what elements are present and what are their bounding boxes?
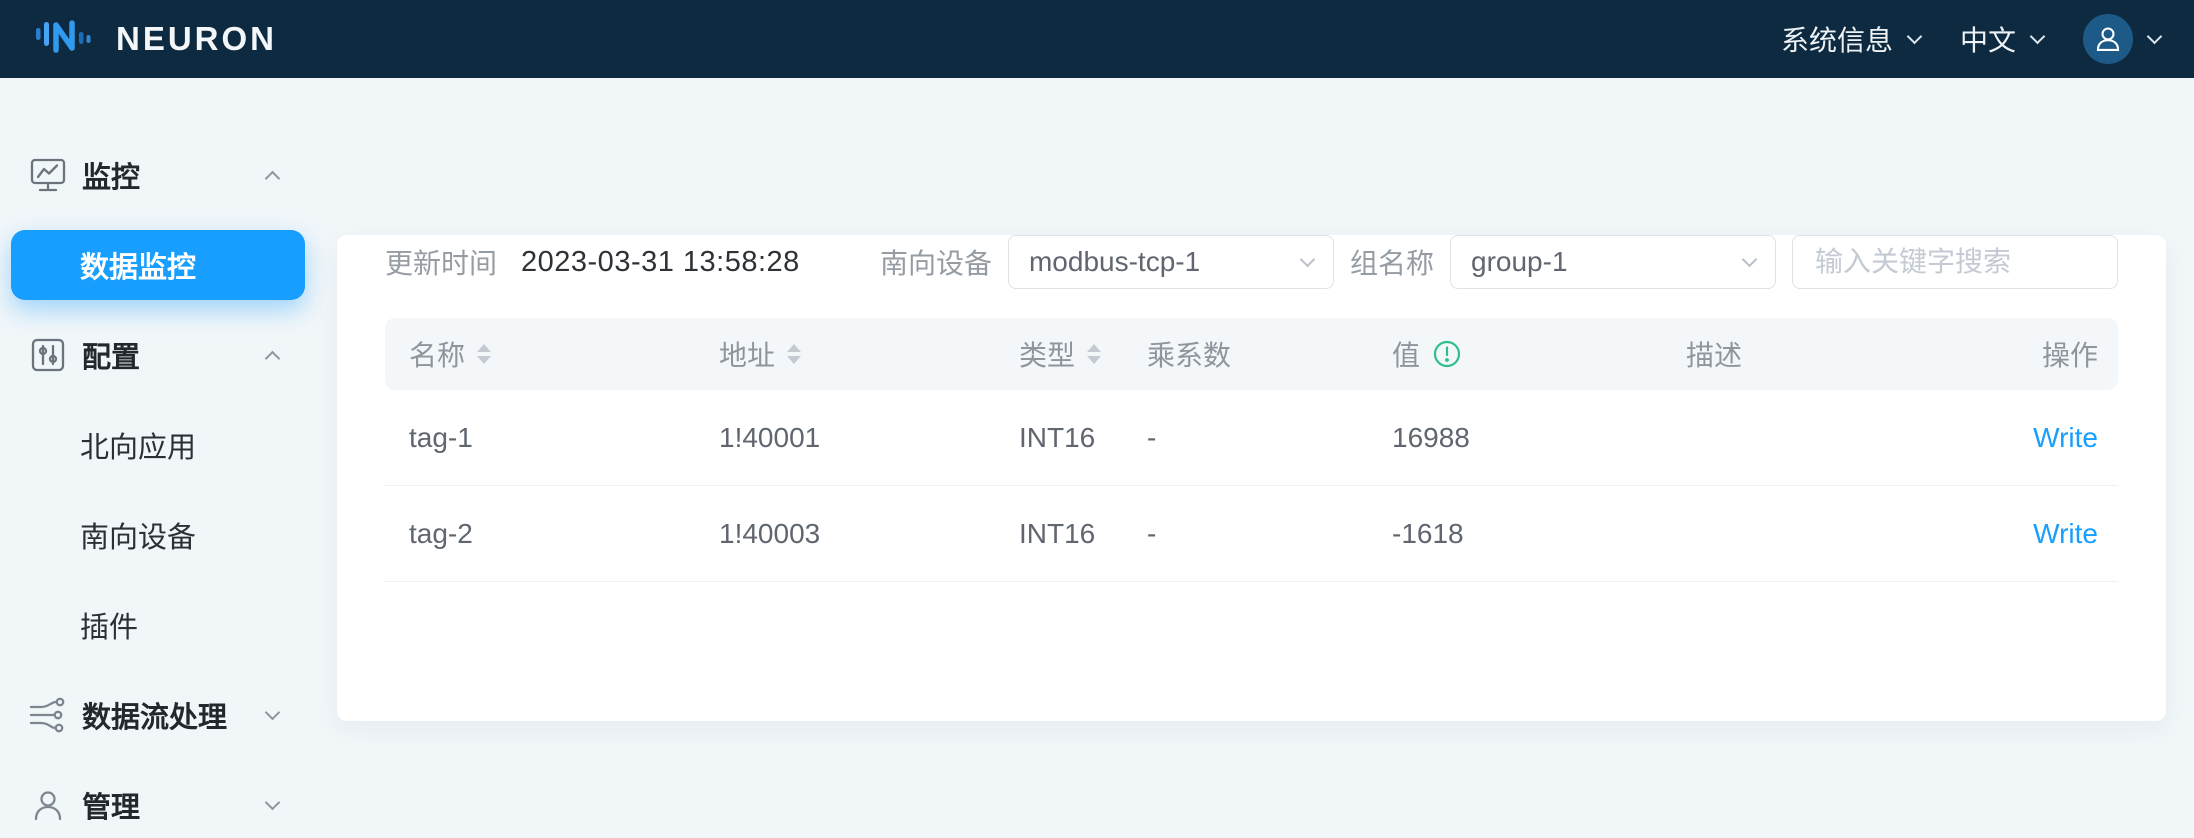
chevron-down-icon bbox=[264, 794, 281, 810]
column-header-name: 名称 bbox=[385, 334, 695, 374]
language-label: 中文 bbox=[1959, 25, 2016, 56]
sidebar-item-config[interactable]: 配置 bbox=[0, 327, 336, 383]
chevron-down-icon bbox=[1906, 28, 1923, 44]
type-cell: INT16 bbox=[1019, 517, 1096, 549]
flow-icon bbox=[28, 695, 68, 735]
value-cell: -1618 bbox=[1392, 517, 1464, 549]
search-input[interactable] bbox=[1792, 235, 2118, 289]
group-label: 组名称 bbox=[1349, 248, 1434, 279]
sidebar-item-data-stream[interactable]: 数据流处理 bbox=[0, 687, 336, 743]
sidebar-item-monitoring[interactable]: 监控 bbox=[0, 147, 336, 203]
language-menu[interactable]: 中文 bbox=[1959, 19, 2046, 59]
sidebar-item-management[interactable]: 管理 bbox=[0, 777, 336, 833]
group-select[interactable]: group-1 bbox=[1450, 235, 1776, 289]
sidebar-item-north-apps[interactable]: 北向应用 bbox=[0, 417, 336, 473]
sort-icon[interactable] bbox=[1087, 344, 1102, 364]
data-monitoring-card: 更新时间 2023-03-31 13:58:28 南向设备 modbus-tcp… bbox=[337, 235, 2166, 721]
column-header-type: 类型 bbox=[995, 334, 1123, 374]
sort-icon[interactable] bbox=[787, 344, 802, 364]
column-header-description: 描述 bbox=[1686, 340, 1743, 371]
south-device-label: 南向设备 bbox=[879, 248, 992, 279]
info-icon[interactable] bbox=[1432, 339, 1462, 369]
sort-icon[interactable] bbox=[477, 344, 492, 364]
chevron-down-icon bbox=[1299, 251, 1316, 267]
filter-toolbar: 更新时间 2023-03-31 13:58:28 南向设备 modbus-tcp… bbox=[385, 235, 2118, 289]
update-time-value: 2023-03-31 13:58:28 bbox=[521, 245, 800, 278]
tag-name-cell: tag-2 bbox=[409, 517, 473, 549]
sidebar-item-south-devices[interactable]: 南向设备 bbox=[0, 507, 336, 563]
write-button[interactable]: Write bbox=[2033, 422, 2098, 454]
multiplier-cell: - bbox=[1147, 517, 1157, 549]
sidebar-item-label: 数据流处理 bbox=[82, 702, 228, 734]
south-device-select[interactable]: modbus-tcp-1 bbox=[1007, 235, 1334, 289]
table-row: tag-1 1!40001 INT16 - 16988 Write bbox=[385, 390, 2118, 486]
group-value: group-1 bbox=[1471, 246, 1568, 277]
chevron-down-icon bbox=[1741, 251, 1758, 267]
user-menu[interactable] bbox=[2083, 14, 2163, 64]
avatar[interactable] bbox=[2083, 14, 2133, 64]
sliders-icon bbox=[28, 336, 68, 374]
sidebar-item-label: 插件 bbox=[80, 612, 139, 644]
chevron-down-icon bbox=[2029, 28, 2046, 44]
update-time-label: 更新时间 bbox=[385, 248, 498, 279]
brand-title: NEURON bbox=[116, 20, 278, 57]
column-header-address: 地址 bbox=[695, 334, 995, 374]
sidebar-item-label: 配置 bbox=[82, 342, 141, 374]
system-info-menu[interactable]: 系统信息 bbox=[1780, 19, 1923, 59]
neuron-dashboard: NEURON 系统信息 中文 监控 数据监控 配置 北向应用 南向设备 插件 数… bbox=[0, 0, 2194, 838]
sidebar-item-data-monitoring[interactable]: 数据监控 bbox=[11, 230, 305, 300]
value-cell: 16988 bbox=[1392, 421, 1470, 453]
tags-table: 名称 地址 类型 乘系数 值 描述 操作 tag-1 1!40001 INT16… bbox=[385, 318, 2118, 582]
sidebar-item-label: 北向应用 bbox=[80, 432, 197, 464]
column-header-operation: 操作 bbox=[2041, 340, 2098, 371]
table-row: tag-2 1!40003 INT16 - -1618 Write bbox=[385, 486, 2118, 582]
neuron-logo-icon bbox=[36, 11, 98, 68]
column-header-value: 值 bbox=[1368, 334, 1662, 374]
address-cell: 1!40003 bbox=[719, 517, 821, 549]
brand: NEURON bbox=[36, 11, 277, 68]
filters: 南向设备 modbus-tcp-1 组名称 group-1 bbox=[880, 235, 2118, 289]
chevron-down-icon bbox=[264, 704, 281, 720]
navbar-right: 系统信息 中文 bbox=[1780, 14, 2163, 64]
sidebar-item-label: 南向设备 bbox=[80, 522, 197, 554]
address-cell: 1!40001 bbox=[719, 421, 821, 453]
chevron-up-icon bbox=[264, 350, 281, 366]
table-header: 名称 地址 类型 乘系数 值 描述 操作 bbox=[385, 318, 2118, 390]
sidebar-item-label: 监控 bbox=[82, 162, 141, 194]
sidebar-item-label: 管理 bbox=[82, 792, 141, 824]
type-cell: INT16 bbox=[1019, 421, 1096, 453]
sidebar: 监控 数据监控 配置 北向应用 南向设备 插件 数据流处理 管理 bbox=[0, 78, 336, 838]
top-navbar: NEURON 系统信息 中文 bbox=[0, 0, 2194, 78]
sidebar-item-plugins[interactable]: 插件 bbox=[0, 597, 336, 653]
update-time: 更新时间 2023-03-31 13:58:28 bbox=[385, 242, 800, 282]
user-icon bbox=[28, 786, 68, 824]
monitor-icon bbox=[28, 156, 68, 194]
system-info-label: 系统信息 bbox=[1780, 25, 1893, 56]
page-layout: 监控 数据监控 配置 北向应用 南向设备 插件 数据流处理 管理 更新时间 20… bbox=[0, 78, 2194, 838]
sidebar-item-label: 数据监控 bbox=[80, 252, 197, 284]
chevron-down-icon bbox=[2146, 28, 2163, 44]
tag-name-cell: tag-1 bbox=[409, 421, 473, 453]
multiplier-cell: - bbox=[1147, 421, 1157, 453]
write-button[interactable]: Write bbox=[2033, 518, 2098, 550]
south-device-value: modbus-tcp-1 bbox=[1028, 246, 1201, 277]
column-header-multiplier: 乘系数 bbox=[1147, 340, 1232, 371]
chevron-up-icon bbox=[264, 170, 281, 186]
main-content: 更新时间 2023-03-31 13:58:28 南向设备 modbus-tcp… bbox=[336, 78, 2194, 838]
